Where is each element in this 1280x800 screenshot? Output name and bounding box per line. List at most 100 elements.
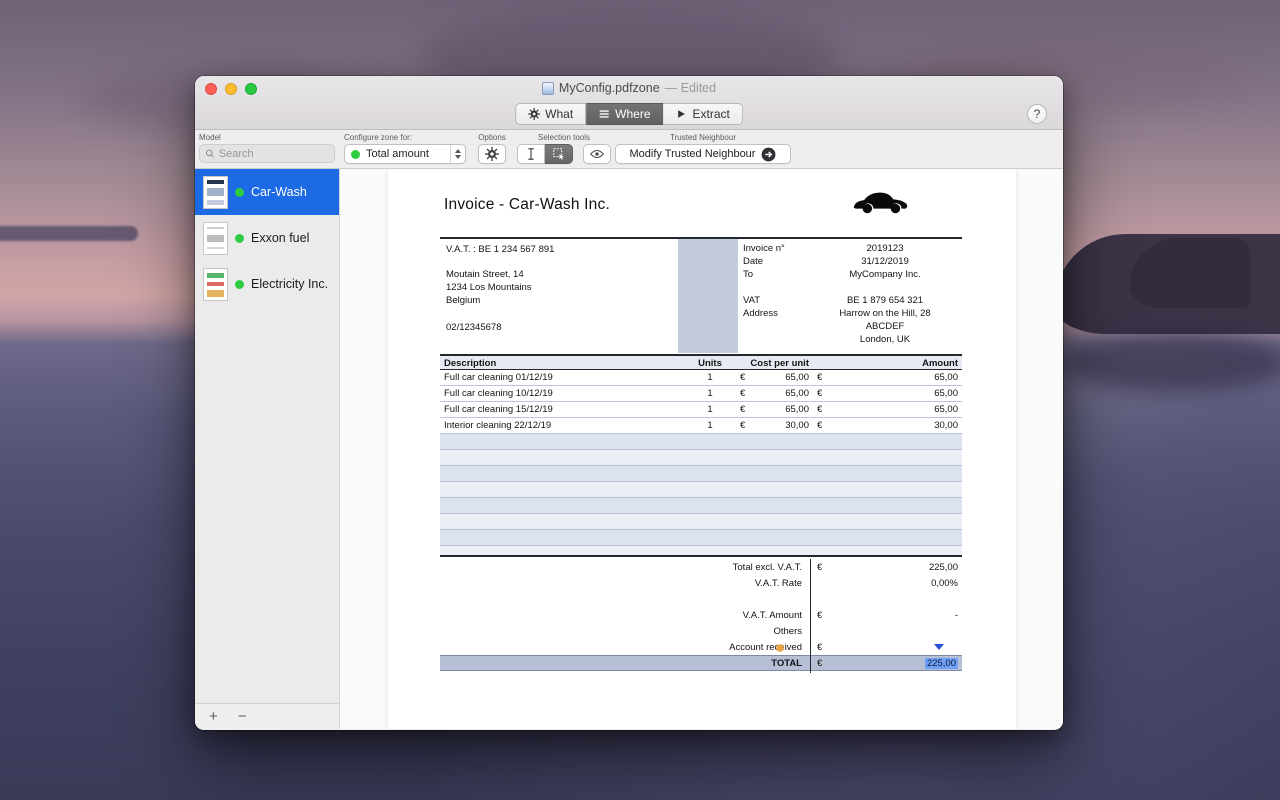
invoice-header-section: V.A.T. : BE 1 234 567 891 Moutain Street… xyxy=(440,237,962,353)
cell-description: Full car cleaning 15/12/19 xyxy=(440,402,680,417)
tab-extract[interactable]: Extract xyxy=(664,103,743,125)
meta-row: Invoice n° 2019123 xyxy=(738,242,962,255)
totals-label: Total excl. V.A.T. xyxy=(440,560,808,575)
table-row: Full car cleaning 10/12/19 1 € 65,00 € 6… xyxy=(440,386,962,402)
meta-value: MyCompany Inc. xyxy=(808,268,962,281)
cell-description: Interior cleaning 22/12/19 xyxy=(440,418,680,433)
totals-row: V.A.T. Amount € - xyxy=(440,607,962,623)
document-area: Invoice - Car-Wash Inc. V.A.T. : BE 1 23… xyxy=(340,169,1063,729)
meta-row: ABCDEF xyxy=(738,320,962,333)
sidebar-item-label: Car-Wash xyxy=(251,185,307,199)
supplier-phone: 02/12345678 xyxy=(446,321,672,334)
gear-icon xyxy=(485,147,499,161)
meta-row: Address Harrow on the Hill, 28 xyxy=(738,307,962,320)
account-received-text: Account received xyxy=(729,642,802,653)
cell-description: Full car cleaning 10/12/19 xyxy=(440,386,680,401)
invoice-page[interactable]: Invoice - Car-Wash Inc. V.A.T. : BE 1 23… xyxy=(388,169,1016,729)
header-amount: Amount xyxy=(817,356,962,371)
configure-zone-label: Configure zone for: xyxy=(344,133,466,142)
cell-units: 1 xyxy=(680,386,740,401)
add-model-button[interactable]: + xyxy=(209,709,218,724)
zone-selection-tool-button[interactable] xyxy=(545,144,573,164)
cell-currency: € xyxy=(817,370,833,385)
search-icon xyxy=(205,148,215,159)
totals-value: 0,00% xyxy=(834,576,962,591)
document-thumbnail xyxy=(203,268,228,301)
window-edited-status: — Edited xyxy=(665,81,716,95)
search-field[interactable] xyxy=(199,144,335,163)
help-button[interactable]: ? xyxy=(1027,104,1047,124)
search-input[interactable] xyxy=(219,148,329,160)
titlebar[interactable]: MyConfig.pdfzone — Edited xyxy=(195,76,1063,101)
totals-value: - xyxy=(834,608,962,623)
modify-trusted-neighbour-text: Modify Trusted Neighbour xyxy=(630,148,756,160)
mode-tab-row: What Where Extract ? xyxy=(195,101,1063,130)
zone-marker-orange[interactable] xyxy=(776,644,784,652)
cell-amount: 65,00 xyxy=(833,386,962,401)
desktop-background: MyConfig.pdfzone — Edited xyxy=(0,0,1280,800)
totals-row: Total excl. V.A.T. € 225,00 xyxy=(440,559,962,575)
cell-currency: € xyxy=(817,386,833,401)
sidebar-item-label: Electricity Inc. xyxy=(251,277,328,291)
modify-trusted-neighbour-button[interactable]: Modify Trusted Neighbour xyxy=(615,144,791,164)
meta-value: 2019123 xyxy=(808,242,962,255)
supplier-address-line: 1234 Los Mountains xyxy=(446,281,672,294)
arrow-circle-icon xyxy=(761,147,776,162)
cell-currency: € xyxy=(740,386,756,401)
table-header-row: Description Units Cost per unit Amount xyxy=(440,354,962,370)
tab-what[interactable]: What xyxy=(515,103,586,125)
cell-amount: 30,00 xyxy=(833,418,962,433)
invoice-line-items-table: Description Units Cost per unit Amount F… xyxy=(440,354,962,557)
cell-currency: € xyxy=(740,418,756,433)
sidebar-item-exxon-fuel[interactable]: Exxon fuel xyxy=(195,215,339,261)
meta-label: Address xyxy=(738,307,808,320)
meta-label: Invoice n° xyxy=(738,242,808,255)
table-row: Full car cleaning 15/12/19 1 € 65,00 € 6… xyxy=(440,402,962,418)
totals-row-total[interactable]: TOTAL € 225,00 xyxy=(440,655,962,671)
totals-divider-line xyxy=(810,559,811,673)
totals-row: V.A.T. Rate 0,00% xyxy=(440,575,962,591)
meta-label xyxy=(738,320,808,333)
totals-label: V.A.T. Amount xyxy=(440,608,808,623)
cell-amount: 65,00 xyxy=(833,402,962,417)
model-label: Model xyxy=(199,133,335,142)
zone-marker-triangle-icon[interactable] xyxy=(934,644,944,650)
supplier-block: V.A.T. : BE 1 234 567 891 Moutain Street… xyxy=(440,239,678,353)
selection-tools-label: Selection tools xyxy=(517,133,611,142)
header-description: Description xyxy=(440,356,680,371)
totals-label: Others xyxy=(440,624,808,639)
island-reflection xyxy=(1060,332,1280,392)
ibeam-icon xyxy=(524,147,538,161)
preview-visibility-button[interactable] xyxy=(583,144,611,164)
zone-select-stepper[interactable] xyxy=(450,145,465,163)
chevron-up-icon xyxy=(455,149,461,153)
options-group: Options xyxy=(478,133,506,164)
totals-currency: € xyxy=(814,608,834,623)
toolbar: Model Configure zone for: Total amount xyxy=(195,130,1063,169)
sidebar-item-electricity[interactable]: Electricity Inc. xyxy=(195,261,339,307)
meta-label: To xyxy=(738,268,808,281)
tab-where[interactable]: Where xyxy=(586,103,663,125)
sidebar-item-car-wash[interactable]: Car-Wash xyxy=(195,169,339,215)
selected-zone-value[interactable]: 225,00 xyxy=(925,658,958,669)
supplier-vat: V.A.T. : BE 1 234 567 891 xyxy=(446,243,672,256)
cell-cost: 65,00 xyxy=(756,370,809,385)
invoice-title: Invoice - Car-Wash Inc. xyxy=(444,196,610,214)
model-group: Model xyxy=(199,133,335,163)
lines-icon xyxy=(598,108,610,120)
configure-zone-group: Configure zone for: Total amount xyxy=(344,133,466,164)
invoice-meta-block: Invoice n° 2019123 Date 31/12/2019 To My… xyxy=(738,239,962,353)
cell-currency: € xyxy=(817,418,833,433)
zone-select[interactable]: Total amount xyxy=(344,144,466,164)
document-thumbnail xyxy=(203,176,228,209)
left-islet-silhouette xyxy=(0,226,138,241)
selection-tools-group: Selection tools xyxy=(517,133,611,164)
document-thumbnail xyxy=(203,222,228,255)
totals-currency: € xyxy=(814,640,834,655)
remove-model-button[interactable]: − xyxy=(238,709,247,724)
text-cursor-tool-button[interactable] xyxy=(517,144,545,164)
trusted-neighbour-label: Trusted Neighbour xyxy=(615,133,791,142)
meta-label: VAT xyxy=(738,294,808,307)
options-button[interactable] xyxy=(478,144,506,164)
model-list: Car-Wash Exxon fuel Electricity Inc. xyxy=(195,169,339,703)
